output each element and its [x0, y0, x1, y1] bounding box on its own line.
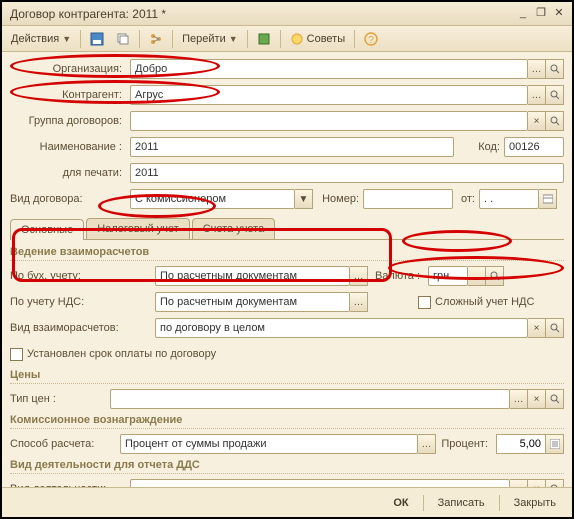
complex-vat-checkbox[interactable]	[418, 296, 431, 309]
due-label: Установлен срок оплаты по договору	[27, 348, 216, 360]
percent-input[interactable]: 5,00	[496, 434, 546, 454]
acc-dropdown-button[interactable]: …	[350, 266, 368, 286]
settle-label: Вид взаиморасчетов:	[10, 322, 155, 334]
org-input[interactable]: Добро	[130, 59, 528, 79]
settings-icon[interactable]	[252, 29, 276, 49]
vat-dropdown-button[interactable]: …	[350, 292, 368, 312]
vat-label: По учету НДС:	[10, 296, 155, 308]
tab-accounts[interactable]: Счета учета	[192, 218, 275, 239]
name-input[interactable]: 2011	[130, 137, 454, 157]
number-input[interactable]	[363, 189, 453, 209]
currency-label: Валюта :	[368, 270, 428, 282]
activity-open-button[interactable]	[546, 479, 564, 487]
help-icon[interactable]: ?	[359, 29, 383, 49]
vat-select[interactable]: По расчетным документам	[155, 292, 350, 312]
settle-clear-button[interactable]: ×	[528, 318, 546, 338]
group-input[interactable]	[130, 111, 528, 131]
group-clear-button[interactable]: ×	[528, 111, 546, 131]
go-label: Перейти	[182, 33, 226, 45]
pricetype-select-button[interactable]: …	[510, 389, 528, 409]
maximize-button[interactable]: ❐	[532, 6, 550, 22]
settle-open-button[interactable]	[546, 318, 564, 338]
percent-label: Процент:	[436, 438, 496, 450]
print-input[interactable]: 2011	[130, 163, 564, 183]
minimize-button[interactable]: _	[514, 6, 532, 22]
calc-label: Способ расчета:	[10, 438, 120, 450]
section-commission: Комиссионное вознаграждение	[10, 414, 564, 429]
org-label: Организация:	[10, 63, 130, 75]
save-button[interactable]: Записать	[428, 494, 495, 512]
from-input[interactable]: . .	[479, 189, 539, 209]
pricetype-input[interactable]	[110, 389, 510, 409]
print-label: для печати:	[10, 167, 130, 179]
ok-button[interactable]: ОК	[383, 494, 418, 512]
group-open-button[interactable]	[546, 111, 564, 131]
window: Договор контрагента: 2011 * _ ❐ ✕ Действ…	[0, 0, 574, 519]
type-label: Вид договора:	[10, 193, 130, 205]
tree-icon[interactable]	[144, 29, 168, 49]
currency-input[interactable]: грн	[428, 266, 468, 286]
tab-main[interactable]: Основные	[10, 219, 84, 240]
pricetype-label: Тип цен :	[10, 393, 110, 405]
code-label: Код:	[454, 141, 504, 153]
section-prices: Цены	[10, 369, 564, 384]
tips-label: Советы	[307, 33, 345, 45]
complex-vat-label: Сложный учет НДС	[435, 296, 534, 308]
close-form-button[interactable]: Закрыть	[504, 494, 566, 512]
close-button[interactable]: ✕	[550, 6, 568, 22]
number-label: Номер:	[313, 193, 363, 205]
tab-tax[interactable]: Налоговый учет	[86, 218, 190, 239]
currency-open-button[interactable]	[486, 266, 504, 286]
tips-button[interactable]: Советы	[285, 29, 350, 49]
footer: ОК Записать Закрыть	[2, 487, 572, 517]
group-label: Группа договоров:	[10, 115, 130, 127]
activity-clear-button[interactable]: ×	[528, 479, 546, 487]
save-icon[interactable]	[85, 29, 109, 49]
currency-select-button[interactable]: …	[468, 266, 486, 286]
from-calendar-button[interactable]	[539, 189, 557, 209]
percent-calc-button[interactable]	[546, 434, 564, 454]
settle-input[interactable]: по договору в целом	[155, 318, 528, 338]
tabs: Основные Налоговый учет Счета учета	[10, 216, 564, 240]
pricetype-open-button[interactable]	[546, 389, 564, 409]
org-open-button[interactable]	[546, 59, 564, 79]
titlebar: Договор контрагента: 2011 * _ ❐ ✕	[2, 2, 572, 26]
section-dds: Вид деятельности для отчета ДДС	[10, 459, 564, 474]
from-label: от:	[453, 193, 479, 205]
toolbar: Действия▼ Перейти▼ Советы ?	[2, 26, 572, 52]
type-select[interactable]: С комиссионером	[130, 189, 295, 209]
calc-input[interactable]: Процент от суммы продажи	[120, 434, 418, 454]
contractor-select-button[interactable]: …	[528, 85, 546, 105]
type-dropdown-button[interactable]: ▼	[295, 189, 313, 209]
actions-menu[interactable]: Действия▼	[6, 29, 76, 49]
activity-input[interactable]	[130, 479, 510, 487]
form-content: Организация: Добро … Контрагент: Агрус ……	[2, 52, 572, 487]
acc-select[interactable]: По расчетным документам	[155, 266, 350, 286]
copy-icon[interactable]	[111, 29, 135, 49]
go-menu[interactable]: Перейти▼	[177, 29, 243, 49]
code-input[interactable]: 00126	[504, 137, 564, 157]
name-label: Наименование :	[10, 141, 130, 153]
contractor-open-button[interactable]	[546, 85, 564, 105]
contractor-input[interactable]: Агрус	[130, 85, 528, 105]
calc-select-button[interactable]: …	[418, 434, 436, 454]
window-title: Договор контрагента: 2011 *	[6, 7, 514, 21]
actions-label: Действия	[11, 33, 59, 45]
section-settlements: Ведение взаиморасчетов	[10, 246, 564, 261]
acc-label: По бух. учету:	[10, 270, 155, 282]
org-select-button[interactable]: …	[528, 59, 546, 79]
pricetype-clear-button[interactable]: ×	[528, 389, 546, 409]
activity-select-button[interactable]: …	[510, 479, 528, 487]
contractor-label: Контрагент:	[10, 89, 130, 101]
svg-text:?: ?	[368, 35, 374, 46]
due-checkbox[interactable]	[10, 348, 23, 361]
